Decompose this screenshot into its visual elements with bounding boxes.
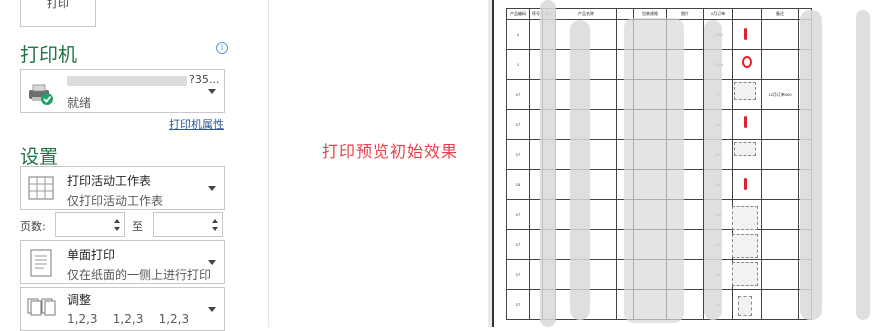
print-settings-panel: 打印 打印机 i ?35... 就绪 打印机属性 设置 打印活动工作表 仅打印活…	[0, 0, 268, 331]
product-image	[734, 142, 756, 156]
pages-label: 页数:	[20, 220, 46, 233]
preview-annotation: 打印预览初始效果	[322, 142, 459, 161]
collate-pages-icon	[27, 296, 57, 323]
redaction-mask	[800, 10, 822, 320]
row-code: 17	[506, 229, 530, 260]
collate-title: 调整	[67, 293, 92, 307]
row-code: 17	[506, 79, 530, 110]
redaction-mask	[570, 20, 590, 320]
spin-up-icon[interactable]	[114, 219, 120, 223]
chevron-down-icon	[208, 186, 216, 191]
product-image	[744, 28, 747, 40]
print-sides-subtitle: 仅在纸面的一侧上进行打印	[67, 268, 212, 282]
single-sided-page-icon	[30, 249, 52, 282]
redaction-mask	[704, 20, 722, 320]
printer-name-suffix: ?35...	[189, 73, 220, 86]
row-code: 1	[506, 19, 530, 50]
row-code: 15	[506, 169, 530, 200]
print-what-subtitle: 仅打印活动工作表	[67, 194, 164, 208]
print-sides-select[interactable]: 单面打印 仅在纸面的一侧上进行打印	[20, 240, 225, 284]
print-button[interactable]: 打印	[20, 0, 96, 27]
redaction-mask	[856, 10, 870, 320]
product-image	[742, 56, 752, 68]
printer-section-title: 打印机	[20, 44, 78, 66]
chevron-down-icon	[208, 260, 216, 265]
header-cell: 产品名称	[555, 8, 617, 20]
print-sides-title: 单面打印	[67, 248, 116, 262]
header-cell	[732, 8, 762, 20]
collate-select[interactable]: 调整 1,2,3 1,2,3 1,2,3	[20, 287, 225, 331]
printer-properties-link[interactable]: 打印机属性	[169, 116, 224, 132]
product-image	[744, 178, 747, 190]
print-what-select[interactable]: 打印活动工作表 仅打印活动工作表	[20, 166, 225, 210]
product-image	[734, 82, 756, 100]
redaction-mask	[624, 18, 684, 323]
product-image	[732, 206, 758, 230]
note-cell: 12月订单400	[761, 79, 799, 110]
print-button-label: 打印	[47, 0, 69, 10]
printer-icon	[27, 82, 55, 111]
info-icon[interactable]: i	[216, 42, 228, 54]
chevron-down-icon	[208, 307, 216, 312]
product-image	[738, 296, 752, 316]
chevron-down-icon	[208, 89, 216, 94]
preview-page: 产品编码 序号 单位 产品名称 包装规格 图片 2月订单 备注 11550 11…	[492, 0, 872, 327]
pages-from-input[interactable]	[55, 212, 125, 237]
collate-subtitle: 1,2,3 1,2,3 1,2,3	[67, 312, 190, 326]
spin-down-icon[interactable]	[114, 227, 120, 231]
row-code: 17	[506, 199, 530, 230]
printer-status: 就绪	[67, 96, 92, 110]
worksheet-grid-icon	[28, 176, 54, 205]
spin-down-icon[interactable]	[212, 227, 218, 231]
preview-gutter	[268, 0, 489, 327]
settings-section-title: 设置	[20, 146, 59, 168]
row-code: 1	[506, 49, 530, 80]
redaction-mask	[540, 0, 556, 327]
product-image	[744, 116, 747, 128]
print-what-title: 打印活动工作表	[67, 174, 152, 188]
header-cell: 产品编码	[506, 8, 530, 20]
row-code: 17	[506, 259, 530, 290]
product-image	[732, 234, 758, 258]
to-label: 至	[132, 220, 143, 233]
pages-to-input[interactable]	[153, 212, 223, 237]
product-image	[732, 262, 758, 286]
printer-name-redacted	[67, 76, 187, 86]
row-code: 17	[506, 289, 530, 320]
printer-select[interactable]: ?35... 就绪	[20, 69, 225, 113]
row-code: 17	[506, 109, 530, 140]
header-cell: 2月订单	[703, 8, 733, 20]
header-cell: 备注	[761, 8, 799, 20]
spin-up-icon[interactable]	[212, 219, 218, 223]
row-code: 17	[506, 139, 530, 170]
